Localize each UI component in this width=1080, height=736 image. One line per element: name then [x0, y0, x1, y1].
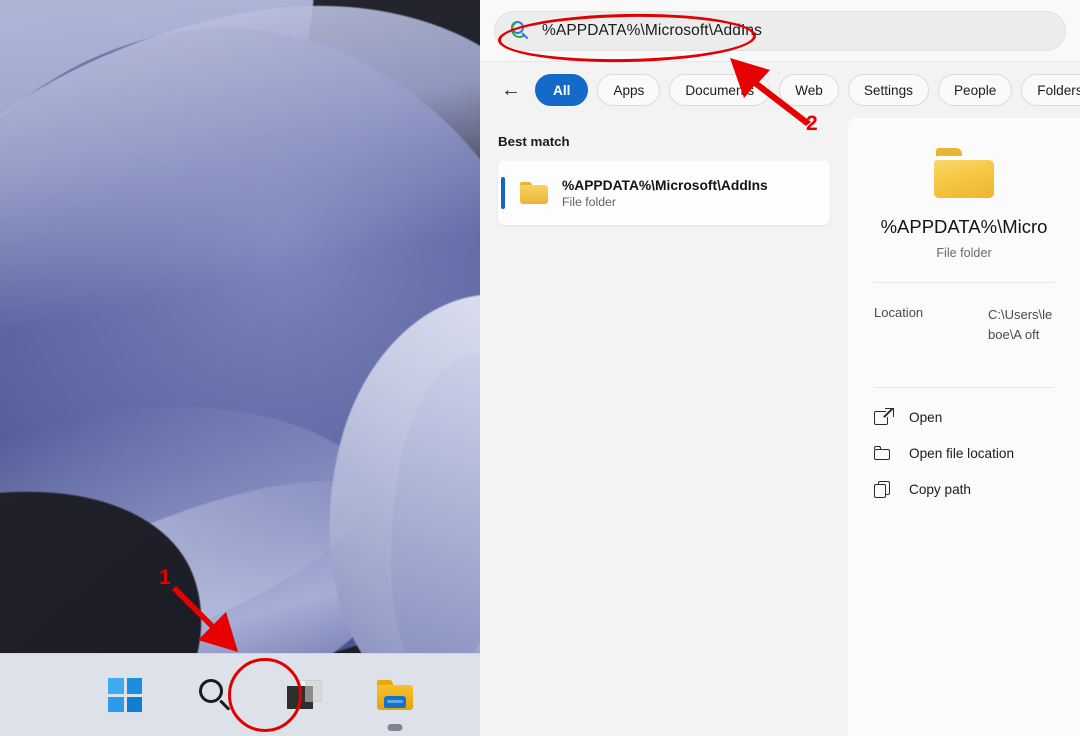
location-row: Location C:\Users\leboe\A oft — [874, 283, 1054, 365]
annotation-step-1-number: 1 — [159, 566, 171, 589]
filter-pill-apps[interactable]: Apps — [597, 74, 661, 106]
running-indicator — [387, 724, 403, 731]
annotation-step-2-number: 2 — [806, 112, 818, 135]
filter-pill-settings[interactable]: Settings — [847, 74, 929, 106]
result-title: %APPDATA%\Microsoft\AddIns — [562, 177, 768, 193]
action-open-file-location[interactable]: Open file location — [874, 444, 1054, 463]
flyout-body: Best match %APPDATA%\Microsoft\AddIns Fi… — [480, 118, 1080, 736]
folder-icon — [520, 181, 548, 205]
folder-icon — [874, 444, 893, 463]
best-match-heading: Best match — [498, 134, 570, 149]
search-flyout: %APPDATA%\Microsoft\AddIns ← All Apps Do… — [480, 0, 1080, 736]
result-item[interactable]: %APPDATA%\Microsoft\AddIns File folder — [498, 161, 830, 225]
open-external-icon — [874, 408, 894, 427]
action-label: Open — [909, 410, 943, 426]
filter-pill-folders[interactable]: Folders — [1021, 74, 1080, 106]
start-button[interactable] — [101, 671, 149, 719]
detail-subtitle: File folder — [936, 246, 992, 260]
desktop[interactable] — [0, 0, 480, 736]
filter-pill-documents[interactable]: Documents — [669, 74, 771, 106]
filter-pill-web[interactable]: Web — [779, 74, 839, 106]
result-subtitle: File folder — [562, 194, 616, 209]
annotation-ellipse-search-taskbar-icon — [228, 658, 302, 732]
copy-icon — [874, 480, 893, 499]
action-copy-path[interactable]: Copy path — [874, 480, 1054, 499]
action-label: Open file location — [909, 446, 1015, 462]
windows-logo-icon — [108, 678, 142, 712]
action-open[interactable]: Open — [874, 408, 1054, 427]
screen: %APPDATA%\Microsoft\AddIns ← All Apps Do… — [0, 0, 1080, 736]
location-label: Location — [874, 305, 924, 320]
action-label: Copy path — [909, 482, 971, 498]
results-column: Best match %APPDATA%\Microsoft\AddIns Fi… — [480, 118, 848, 736]
filter-pill-all[interactable]: All — [535, 74, 589, 106]
location-value: C:\Users\leboe\A oft — [988, 307, 1053, 343]
file-explorer-button[interactable] — [371, 671, 419, 731]
detail-panel: %APPDATA%\Micro File folder Location C:\… — [848, 118, 1080, 736]
action-list: Open Open file location Copy path — [874, 388, 1054, 499]
wallpaper — [0, 0, 480, 655]
file-explorer-icon — [377, 680, 413, 710]
filter-pill-bar: ← All Apps Documents Web Settings People… — [480, 62, 1080, 118]
detail-title: %APPDATA%\Micro — [880, 216, 1048, 237]
back-arrow-icon[interactable]: ← — [496, 75, 526, 105]
search-icon — [198, 678, 232, 712]
filter-pill-people[interactable]: People — [937, 74, 1013, 106]
folder-icon — [934, 148, 994, 198]
